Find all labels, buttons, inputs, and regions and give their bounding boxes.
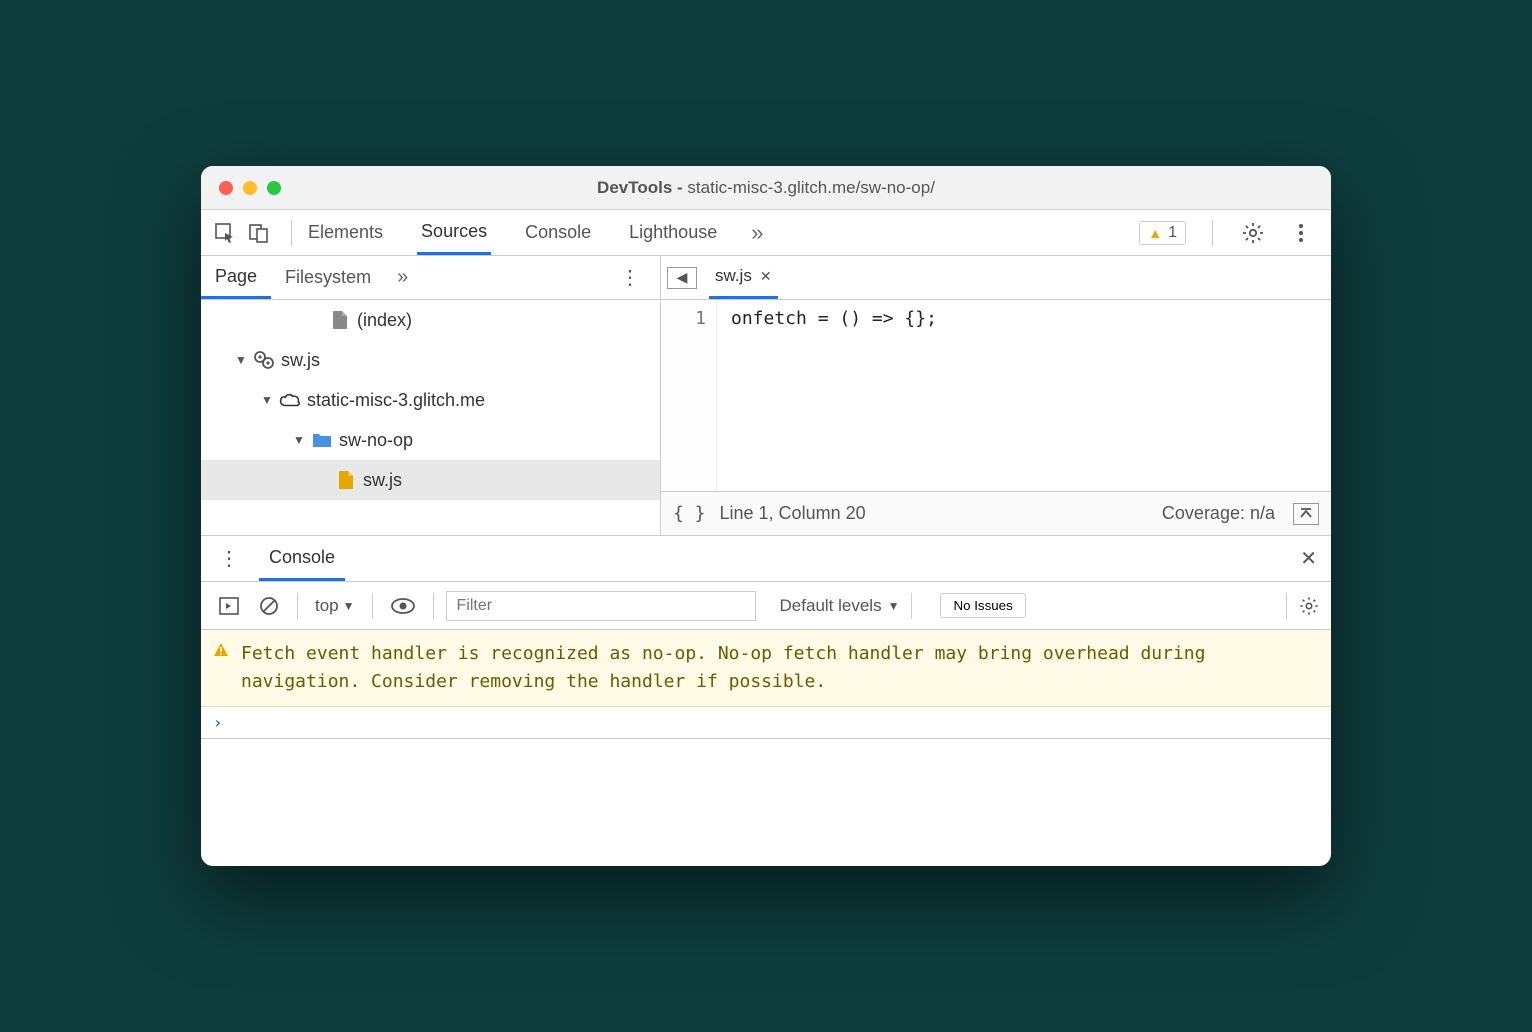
- drawer-header: ⋮ Console ✕: [201, 536, 1331, 582]
- code-line: onfetch = () => {};: [731, 308, 937, 329]
- drawer-tab-console[interactable]: Console: [259, 536, 345, 581]
- chevron-down-icon: ▼: [235, 353, 247, 367]
- code-content: onfetch = () => {};: [717, 300, 937, 491]
- toolbar-divider: [297, 593, 298, 619]
- tree-item-sw-file[interactable]: sw.js: [201, 460, 660, 500]
- tab-sources[interactable]: Sources: [417, 210, 491, 255]
- warning-text: Fetch event handler is recognized as no-…: [241, 643, 1206, 692]
- drawer-menu-icon[interactable]: ⋮: [211, 546, 247, 571]
- console-drawer: ⋮ Console ✕ top ▼ Default levels: [201, 536, 1331, 739]
- log-levels-select[interactable]: Default levels ▼: [780, 596, 900, 616]
- toggle-debugger-icon[interactable]: [1293, 503, 1319, 525]
- console-prompt[interactable]: ›: [201, 707, 1331, 738]
- editor-tab-row: ◀ sw.js ✕: [661, 256, 1331, 300]
- main-toolbar: Elements Sources Console Lighthouse » ▲ …: [201, 210, 1331, 256]
- folder-icon: [311, 429, 333, 451]
- nav-tab-page[interactable]: Page: [201, 256, 271, 299]
- toggle-navigator-icon[interactable]: ◀: [667, 267, 697, 289]
- toolbar-divider: [433, 593, 434, 619]
- minimize-window-button[interactable]: [243, 181, 257, 195]
- service-worker-icon: [253, 349, 275, 371]
- sources-panel: Page Filesystem » ⋮ (index) ▼ sw.js: [201, 256, 1331, 536]
- levels-label: Default levels: [780, 596, 882, 616]
- devtools-window: DevTools - static-misc-3.glitch.me/sw-no…: [201, 166, 1331, 866]
- execution-context-select[interactable]: top ▼: [310, 593, 360, 619]
- more-menu-icon[interactable]: [1287, 219, 1315, 247]
- tree-item-folder[interactable]: ▼ sw-no-op: [201, 420, 660, 460]
- toolbar-divider: [911, 593, 912, 619]
- tree-label: sw.js: [363, 470, 402, 491]
- navigator-pane: Page Filesystem » ⋮ (index) ▼ sw.js: [201, 256, 661, 535]
- line-number: 1: [661, 308, 706, 329]
- close-window-button[interactable]: [219, 181, 233, 195]
- chevron-down-icon: ▼: [888, 599, 900, 613]
- pretty-print-button[interactable]: { }: [673, 503, 706, 524]
- tree-label: static-misc-3.glitch.me: [307, 390, 485, 411]
- nav-tabs-overflow[interactable]: »: [385, 266, 420, 289]
- tab-console[interactable]: Console: [521, 210, 595, 255]
- console-filter-input[interactable]: [446, 591, 756, 621]
- editor-status-bar: { } Line 1, Column 20 Coverage: n/a: [661, 491, 1331, 535]
- warnings-badge[interactable]: ▲ 1: [1139, 221, 1186, 245]
- titlebar: DevTools - static-misc-3.glitch.me/sw-no…: [201, 166, 1331, 210]
- tree-label: sw-no-op: [339, 430, 413, 451]
- cursor-position: Line 1, Column 20: [720, 503, 866, 524]
- console-warning-message[interactable]: Fetch event handler is recognized as no-…: [201, 630, 1331, 707]
- js-file-icon: [335, 469, 357, 491]
- cloud-icon: [279, 389, 301, 411]
- live-expression-icon[interactable]: [385, 598, 421, 614]
- tree-label: sw.js: [281, 350, 320, 371]
- file-icon: [329, 309, 351, 331]
- tree-item-sw-root[interactable]: ▼ sw.js: [201, 340, 660, 380]
- tree-item-index[interactable]: (index): [201, 300, 660, 340]
- tab-elements[interactable]: Elements: [304, 210, 387, 255]
- clear-console-icon[interactable]: [253, 596, 285, 616]
- navigator-menu-icon[interactable]: ⋮: [606, 265, 654, 290]
- window-title: DevTools - static-misc-3.glitch.me/sw-no…: [597, 178, 935, 198]
- issues-button[interactable]: No Issues: [940, 593, 1025, 618]
- warning-icon: [213, 642, 229, 658]
- nav-tab-filesystem[interactable]: Filesystem: [271, 256, 385, 299]
- warning-icon: ▲: [1148, 225, 1162, 241]
- console-settings-icon[interactable]: [1286, 593, 1319, 619]
- tab-lighthouse[interactable]: Lighthouse: [625, 210, 721, 255]
- toolbar-divider: [372, 593, 373, 619]
- toolbar-divider: [1212, 220, 1213, 246]
- close-tab-icon[interactable]: ✕: [760, 268, 772, 285]
- file-tree: (index) ▼ sw.js ▼ static-misc-3.glitch.m…: [201, 300, 660, 535]
- maximize-window-button[interactable]: [267, 181, 281, 195]
- traffic-lights: [219, 181, 281, 195]
- tree-label: (index): [357, 310, 412, 331]
- toolbar-divider: [291, 220, 292, 246]
- editor-tab-swjs[interactable]: sw.js ✕: [709, 256, 778, 299]
- coverage-label: Coverage: n/a: [1162, 503, 1275, 524]
- chevron-down-icon: ▼: [343, 599, 355, 613]
- tabs-overflow-button[interactable]: »: [751, 220, 763, 246]
- context-label: top: [315, 596, 339, 616]
- code-editor[interactable]: 1 onfetch = () => {};: [661, 300, 1331, 491]
- tree-item-domain[interactable]: ▼ static-misc-3.glitch.me: [201, 380, 660, 420]
- inspect-element-icon[interactable]: [211, 219, 239, 247]
- close-drawer-icon[interactable]: ✕: [1296, 546, 1321, 571]
- chevron-down-icon: ▼: [261, 393, 273, 407]
- line-gutter: 1: [661, 300, 717, 491]
- device-toggle-icon[interactable]: [245, 219, 273, 247]
- console-toolbar: top ▼ Default levels ▼ No Issues: [201, 582, 1331, 630]
- editor-pane: ◀ sw.js ✕ 1 onfetch = () => {}; { } Line…: [661, 256, 1331, 535]
- show-console-sidebar-icon[interactable]: [213, 597, 245, 615]
- panel-tabs: Elements Sources Console Lighthouse: [304, 210, 721, 255]
- prompt-caret-icon: ›: [213, 713, 223, 732]
- warning-count: 1: [1168, 224, 1177, 242]
- editor-tab-label: sw.js: [715, 266, 752, 286]
- chevron-down-icon: ▼: [293, 433, 305, 447]
- settings-gear-icon[interactable]: [1239, 219, 1267, 247]
- navigator-tabs: Page Filesystem » ⋮: [201, 256, 660, 300]
